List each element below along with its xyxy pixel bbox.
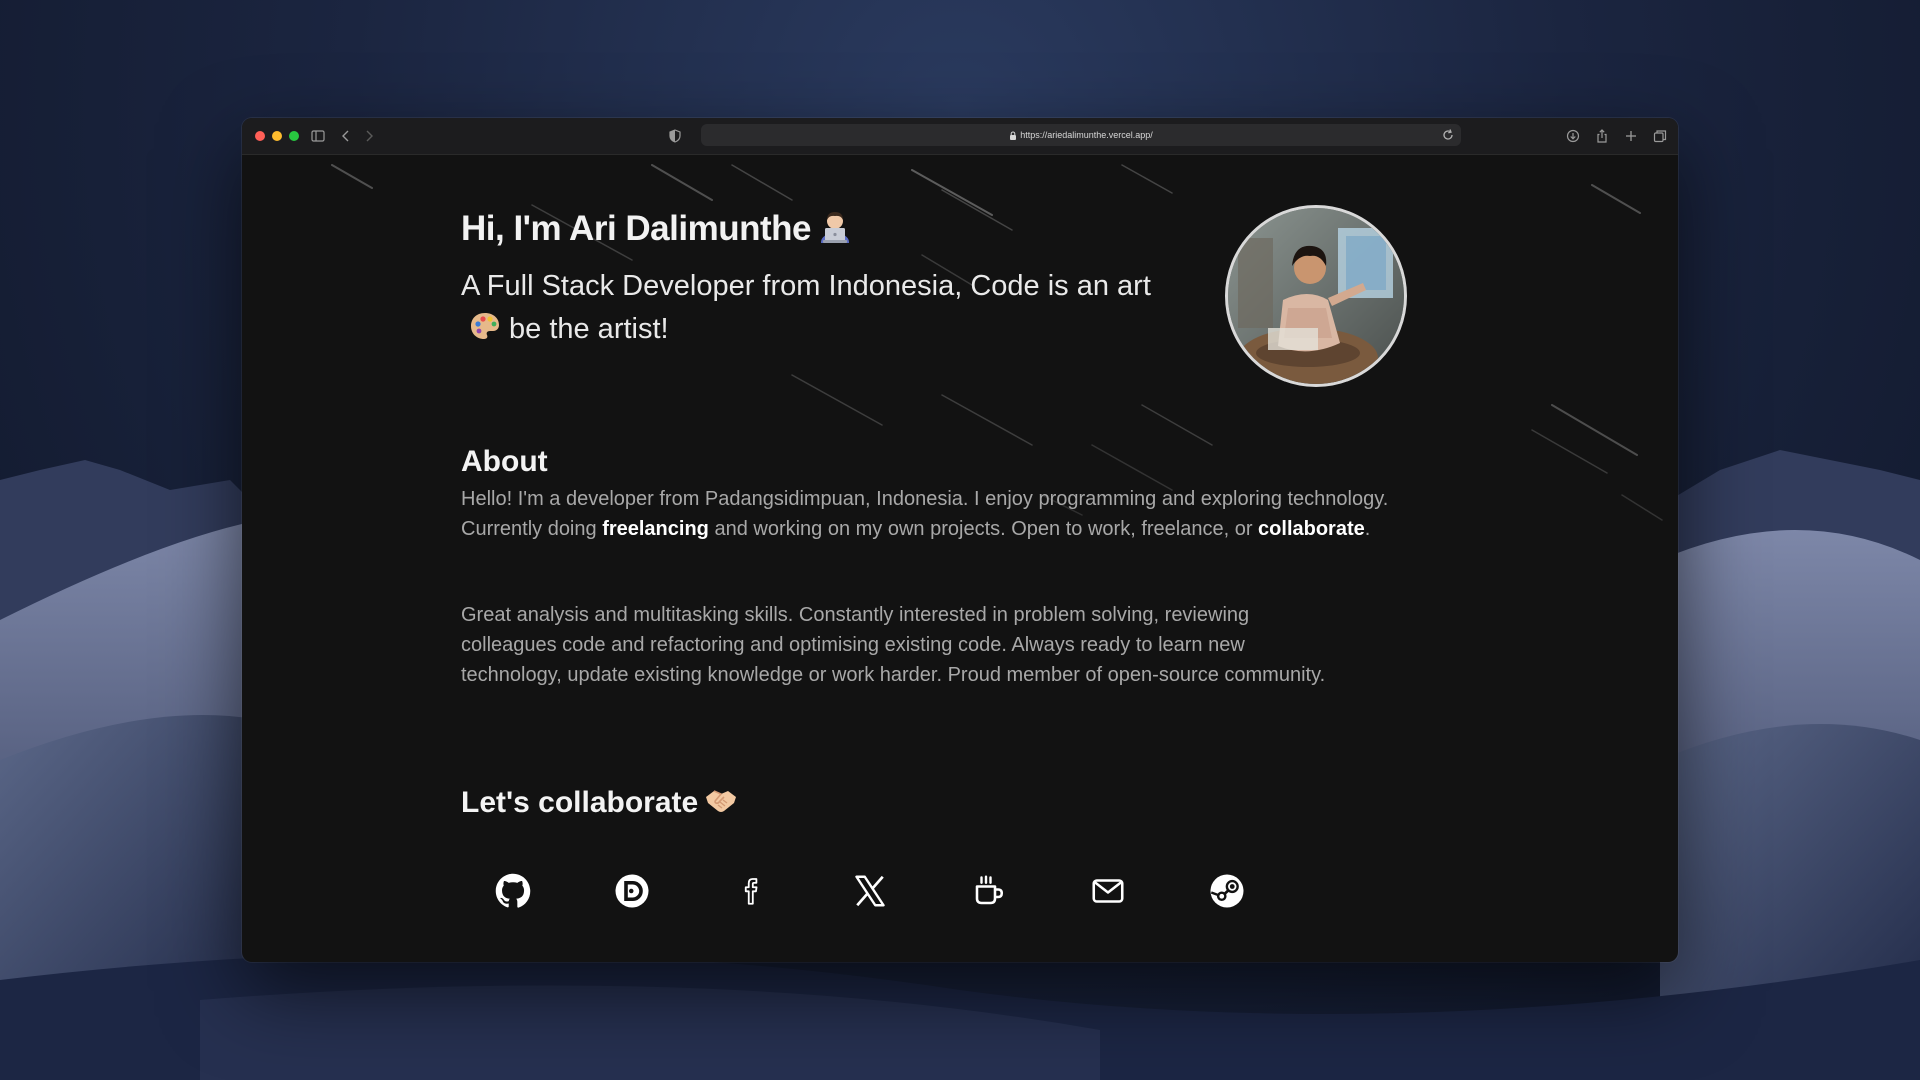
close-window-button[interactable] [255,131,265,141]
mail-icon [1092,879,1124,903]
download-icon[interactable] [1564,127,1582,145]
maximize-window-button[interactable] [289,131,299,141]
hero-subtitle-part1: A Full Stack Developer from Indonesia, C… [461,270,1151,302]
minimize-window-button[interactable] [272,131,282,141]
discord-icon [615,874,649,908]
share-icon[interactable] [1593,127,1611,145]
x-link[interactable] [852,873,888,909]
collaborate-heading: Let's collaborate [461,785,738,823]
coffee-link[interactable] [971,873,1007,909]
forward-icon[interactable] [360,127,378,145]
facebook-icon [744,878,758,905]
handshake-emoji-icon [704,785,738,823]
discord-link[interactable] [614,873,650,909]
about-paragraph-1: Hello! I'm a developer from Padangsidimp… [461,484,1391,544]
technologist-emoji-icon [817,209,853,252]
facebook-link[interactable] [733,873,769,909]
back-icon[interactable] [337,127,355,145]
collaborate-heading-text: Let's collaborate [461,786,699,819]
x-icon [855,875,885,907]
new-tab-icon[interactable] [1622,127,1640,145]
page-content: Hi, I'm Ari Dalimunthe A Full Stack Deve… [242,155,1678,962]
hero-title-text: Hi, I'm Ari Dalimunthe [461,209,811,248]
steam-link[interactable] [1209,873,1245,909]
steam-icon [1210,874,1244,908]
about-paragraph-2: Great analysis and multitasking skills. … [461,604,1326,686]
collaborate-emphasis: collaborate [1258,518,1365,540]
freelancing-emphasis: freelancing [602,518,709,540]
avatar [1225,205,1407,387]
email-link[interactable] [1090,873,1126,909]
about-p1-text-c: . [1364,518,1371,540]
privacy-shield-icon[interactable] [666,127,684,145]
about-heading: About [461,445,548,478]
window-controls [255,131,299,141]
hero-title: Hi, I'm Ari Dalimunthe [461,209,853,252]
about-p1-text-b: and working on my own projects. Open to … [708,518,1259,540]
browser-window: https://ariedalimunthe.vercel.app/ Hi, I… [242,118,1678,962]
profile-photo [1228,208,1404,384]
github-link[interactable] [495,873,531,909]
reload-icon[interactable] [1441,128,1455,142]
lock-icon [1010,131,1017,140]
social-links [495,873,1245,909]
github-icon [495,873,531,908]
hero-subtitle-part2: be the artist! [509,313,669,345]
tab-overview-icon[interactable] [1651,127,1669,145]
hero-subtitle: A Full Stack Developer from Indonesia, C… [461,265,1181,354]
address-bar[interactable]: https://ariedalimunthe.vercel.app/ [701,124,1461,146]
palette-emoji-icon [469,311,501,354]
sidebar-toggle-icon[interactable] [309,127,327,145]
url-text: https://ariedalimunthe.vercel.app/ [1020,130,1153,140]
browser-toolbar: https://ariedalimunthe.vercel.app/ [242,118,1678,155]
coffee-icon [975,875,1004,905]
